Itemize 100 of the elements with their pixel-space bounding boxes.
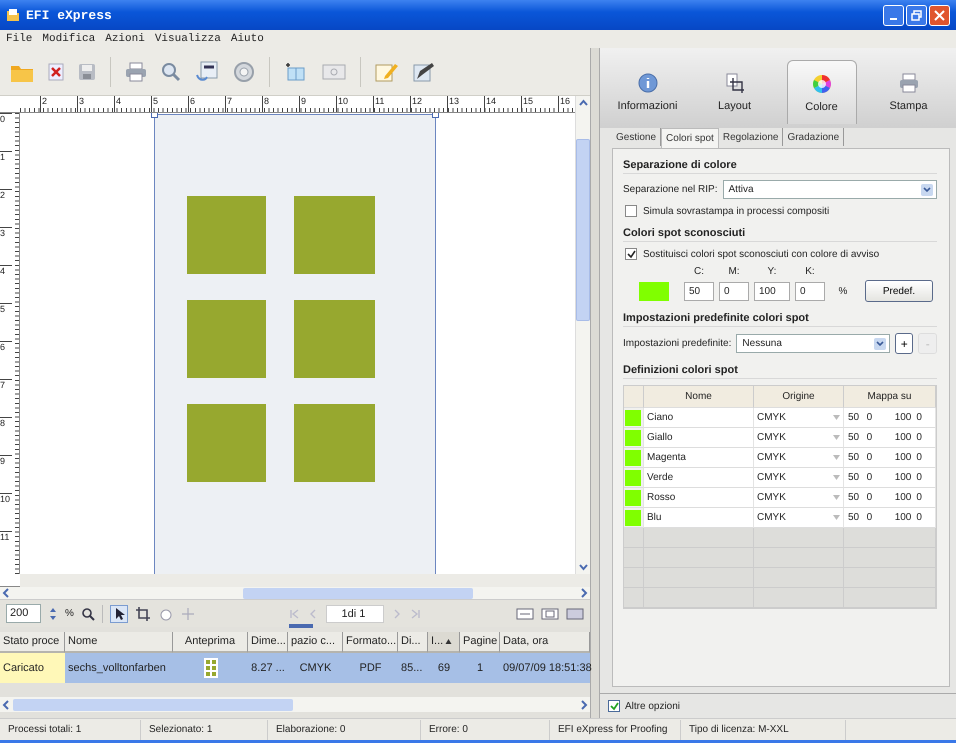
dropdown-icon[interactable] (833, 475, 840, 480)
fit-page-icon[interactable] (541, 606, 559, 620)
column-header[interactable]: Nome (65, 632, 173, 653)
zoom-icon[interactable] (80, 606, 95, 620)
channel-input[interactable]: 100 (754, 282, 790, 300)
field-label: Separazione nel RIP: (623, 184, 718, 195)
checkbox[interactable] (608, 700, 620, 712)
table-cell-text: 100 (894, 431, 912, 445)
column-header[interactable]: Pagine (460, 632, 500, 653)
field-label: Impostazioni predefinite: (623, 338, 732, 349)
crosshair-icon[interactable] (180, 606, 195, 620)
dropdown-icon[interactable] (833, 495, 840, 500)
preset-dropdown[interactable]: Nessuna (736, 334, 890, 353)
table-cell-text: 0 (866, 471, 874, 485)
printer-icon[interactable] (125, 62, 147, 82)
tab[interactable]: Stampa (874, 60, 944, 124)
spinner-icon[interactable] (48, 606, 58, 622)
column-header[interactable]: Di... (398, 632, 428, 653)
thumbnail-icon (204, 658, 218, 678)
menu-item[interactable]: Aiuto (230, 33, 264, 45)
tab[interactable]: Colore (786, 60, 856, 124)
channel-input[interactable]: 50 (684, 282, 714, 300)
tab[interactable]: Gradazione (783, 128, 844, 146)
edit-note-icon[interactable] (413, 60, 437, 82)
menu-item[interactable]: Azioni (105, 33, 145, 45)
selection-handle[interactable] (432, 113, 439, 118)
ruler-number: 4 (114, 96, 151, 112)
column-header[interactable]: Formato... (343, 632, 398, 653)
default-button[interactable]: Predef. (865, 280, 933, 302)
column-header[interactable]: Dime... (248, 632, 288, 653)
tab[interactable]: Colori spot (661, 128, 719, 148)
last-page-icon[interactable] (410, 608, 422, 620)
column-header[interactable]: Anteprima (173, 632, 248, 653)
checkbox[interactable] (625, 248, 637, 260)
menu-item[interactable]: Modifica (42, 33, 96, 45)
splitter-handle[interactable] (289, 624, 313, 628)
table-cell-text: CMYK (757, 411, 786, 425)
table-cell-text: 0 (916, 471, 923, 485)
menu-item[interactable]: File (6, 33, 32, 45)
channel-label: K: (804, 266, 816, 277)
checkbox[interactable] (625, 205, 637, 217)
delete-icon[interactable] (48, 62, 64, 80)
dropdown-icon[interactable] (833, 435, 840, 440)
zoom-field[interactable]: 200 (6, 604, 41, 623)
ruler-number: 6 (188, 96, 225, 112)
table-cell-text: sechs_volltonfarben (67, 661, 167, 676)
first-page-icon[interactable] (288, 608, 300, 620)
ruler-number: 9 (0, 455, 12, 493)
dropdown-icon[interactable] (833, 515, 840, 520)
column-header[interactable]: I... (428, 632, 460, 653)
warning-color-swatch[interactable] (639, 282, 669, 300)
table-cell-text: 0 (916, 511, 923, 525)
channel-input[interactable]: 0 (795, 282, 825, 300)
ruler-number: 9 (299, 96, 336, 112)
column-header[interactable]: Mappa su (844, 386, 936, 408)
maximize-button[interactable] (906, 4, 927, 26)
section-heading: Colori spot sconosciuti (623, 223, 937, 242)
pointer-icon[interactable] (110, 604, 128, 622)
close-button[interactable] (929, 4, 950, 26)
page-field[interactable]: 1di 1 (326, 604, 384, 622)
scroll-thumb[interactable] (243, 588, 473, 598)
tab[interactable]: Layout (700, 60, 770, 124)
gear-icon[interactable] (233, 60, 255, 82)
menu-item[interactable]: Visualizza (154, 33, 221, 45)
ruler-number: 10 (336, 96, 373, 112)
horizontal-scrollbar[interactable] (0, 697, 590, 712)
crop-icon[interactable] (134, 606, 151, 622)
selection-handle[interactable] (151, 113, 158, 118)
table-cell-text: 100 (894, 451, 912, 465)
table-row[interactable]: sechs_volltonfarben 8.27 ... CMYK PDF 85... 69 1 09/07/09 18:51:38 (65, 653, 590, 683)
column-header[interactable]: pazio c... (288, 632, 343, 653)
minimize-button[interactable] (883, 4, 904, 26)
channel-input[interactable]: 0 (719, 282, 749, 300)
frame-icon[interactable] (322, 62, 346, 80)
ruler-number: 7 (0, 379, 12, 417)
horizontal-scrollbar[interactable] (0, 587, 590, 599)
ruler-number: 7 (225, 96, 262, 112)
scroll-thumb[interactable] (576, 139, 590, 321)
add-button[interactable]: + (894, 333, 914, 354)
table-cell-text: 8.27 ... (250, 661, 286, 676)
magnifier-icon[interactable] (161, 62, 181, 82)
fit-width-icon[interactable] (516, 606, 534, 620)
vertical-scrollbar[interactable] (575, 96, 590, 574)
dropdown-icon[interactable] (833, 455, 840, 460)
table-cell-text: 0 (916, 411, 923, 425)
column-header[interactable]: Nome (644, 386, 754, 408)
table-cell-text: 1 (476, 661, 484, 676)
actual-size-icon[interactable] (566, 606, 584, 620)
table-cell-text: CMYK (757, 451, 786, 465)
table-cell-text: 100 (894, 411, 912, 425)
column-header[interactable]: Stato proce (0, 632, 65, 653)
column-header[interactable]: Data, ora (500, 632, 590, 653)
tab[interactable]: Regolazione (718, 128, 784, 146)
tab[interactable]: Informazioni (612, 60, 682, 124)
rip-dropdown[interactable]: Attiva (722, 180, 937, 199)
scroll-thumb[interactable] (13, 698, 293, 710)
column-header[interactable]: Origine (754, 386, 844, 408)
save-icon[interactable] (78, 62, 96, 80)
dropdown-icon[interactable] (833, 415, 840, 420)
color-wheel-icon (810, 72, 832, 94)
